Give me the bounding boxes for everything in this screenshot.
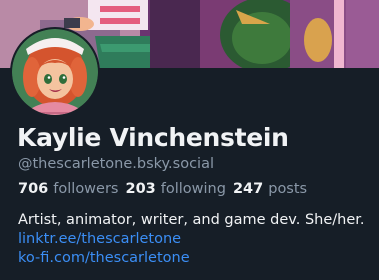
followers-label: followers — [53, 181, 119, 197]
posts-label: posts — [268, 181, 308, 197]
posts-count: 247 — [232, 181, 264, 197]
profile-bio: Artist, animator, writer, and game dev. … — [18, 211, 365, 268]
avatar-image — [12, 29, 98, 115]
followers-count: 706 — [18, 181, 49, 197]
profile-page: Kaylie Vinchenstein @thescarletone.bsky.… — [0, 0, 379, 280]
profile-stats: 706 followers 203 following 247 posts — [18, 181, 307, 197]
bio-link-kofi[interactable]: ko-fi.com/thescarletone — [18, 249, 365, 268]
following-label: following — [160, 181, 226, 197]
handle: @thescarletone.bsky.social — [18, 156, 214, 172]
following-stat[interactable]: 203 following — [125, 181, 225, 197]
display-name: Kaylie Vinchenstein — [17, 123, 289, 152]
followers-stat[interactable]: 706 followers — [18, 181, 118, 197]
bio-link-linktree[interactable]: linktr.ee/thescarletone — [18, 230, 365, 249]
bio-text: Artist, animator, writer, and game dev. … — [18, 212, 365, 228]
avatar[interactable] — [10, 27, 100, 117]
posts-stat: 247 posts — [233, 181, 307, 197]
following-count: 203 — [125, 181, 156, 197]
